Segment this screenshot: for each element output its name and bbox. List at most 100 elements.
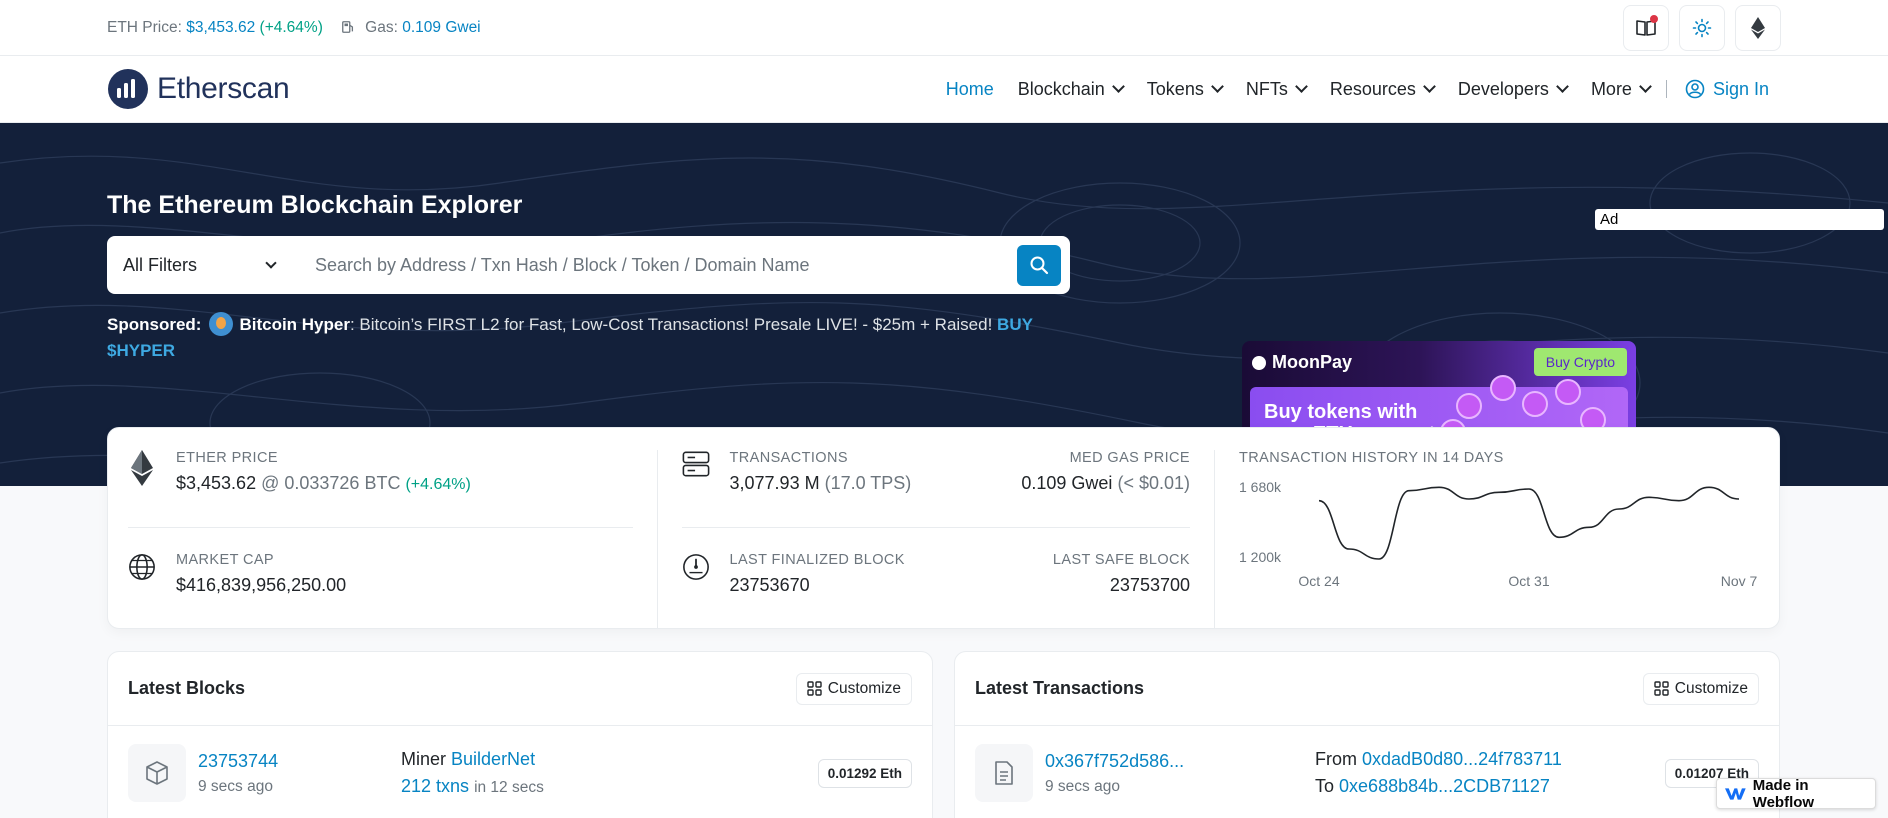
sponsored-message: Sponsored: Bitcoin Hyper: Bitcoin’s FIRST… — [107, 312, 1067, 364]
webflow-logo-icon — [1725, 787, 1746, 800]
network-switch-button[interactable] — [1735, 4, 1781, 51]
chevron-down-icon — [1111, 80, 1125, 93]
ether-price-btc: @ 0.033726 BTC — [261, 473, 401, 493]
chart-point-nov-4[interactable] — [1646, 494, 1652, 500]
chevron-down-icon — [1210, 80, 1224, 93]
ether-price-stat: ETHER PRICE $3,453.62 @ 0.033726 BTC (+4… — [128, 450, 633, 527]
x-tick-label: Oct 24 — [1298, 573, 1339, 589]
transactions-tps: (17.0 TPS) — [824, 473, 912, 493]
latest-blocks-title: Latest Blocks — [128, 678, 246, 698]
last-finalized-label: LAST FINALIZED BLOCK — [729, 552, 905, 568]
search-bar: All Filters — [107, 236, 1070, 294]
token-coin-icon — [1522, 391, 1548, 417]
block-row: 23753744 9 secs ago Miner BuilderNet 212… — [108, 726, 932, 802]
search-button[interactable] — [1017, 244, 1061, 286]
to-address-link[interactable]: 0xe688b84b...2CDB71127 — [1339, 776, 1550, 796]
chart-point-oct-31[interactable] — [1526, 486, 1532, 492]
transactions-value[interactable]: 3,077.93 M — [730, 473, 820, 493]
stats-column-chart: TRANSACTION HISTORY IN 14 DAYS 1 680k 1 2… — [1215, 450, 1759, 628]
chevron-down-icon — [265, 256, 277, 269]
sponsored-label: Sponsored: — [107, 315, 202, 334]
customize-button[interactable]: Customize — [1642, 672, 1759, 705]
to-label: To — [1315, 776, 1335, 796]
sponsored-text: : Bitcoin’s FIRST L2 for Fast, Low-Cost … — [349, 315, 998, 334]
chart-point-oct-25[interactable] — [1346, 546, 1352, 552]
grid-icon — [807, 681, 822, 696]
search-input[interactable] — [293, 254, 1017, 276]
speedometer-icon — [682, 552, 710, 590]
cube-icon — [128, 744, 186, 802]
ethereum-icon — [1751, 16, 1765, 39]
top-bar: ETH Price: $3,453.62 (+4.64%) Gas: 0.109… — [0, 0, 1888, 56]
ether-price-value[interactable]: $3,453.62 — [176, 473, 256, 493]
nav-developers[interactable]: Developers — [1446, 79, 1579, 100]
chart-point-nov-7[interactable] — [1736, 496, 1742, 502]
chevron-down-icon — [1294, 80, 1308, 93]
nav-home[interactable]: Home — [934, 79, 1006, 100]
chart-point-oct-26[interactable] — [1376, 556, 1382, 562]
search-filter-select[interactable]: All Filters — [123, 255, 293, 276]
made-in-webflow-badge[interactable]: Made in Webflow — [1716, 776, 1876, 811]
nav-more[interactable]: More — [1579, 79, 1662, 100]
nav-nfts[interactable]: NFTs — [1234, 79, 1318, 100]
transaction-hash-link[interactable]: 0x367f752d586... — [1045, 751, 1184, 771]
block-number-link[interactable]: 23753744 — [198, 751, 278, 771]
nav-developers-label: Developers — [1457, 78, 1549, 99]
chart-point-oct-28[interactable] — [1436, 484, 1442, 490]
ether-price-change: (+4.64%) — [405, 476, 471, 493]
blocks-stat: LAST FINALIZED BLOCK 23753670 LAST SAFE … — [681, 527, 1190, 596]
latest-blocks-panel: Latest Blocks Customize 23753744 9 secs … — [107, 651, 933, 818]
transactions-stat: TRANSACTIONS 3,077.93 M (17.0 TPS) MED G… — [682, 450, 1190, 527]
theme-toggle-button[interactable] — [1679, 4, 1725, 51]
transaction-history-chart[interactable]: 1 680k 1 200k Oct 24 Oct 31 Nov 7 — [1239, 470, 1759, 600]
nav-tokens[interactable]: Tokens — [1135, 79, 1234, 100]
grid-icon — [1654, 681, 1669, 696]
chart-point-oct-29[interactable] — [1466, 496, 1472, 502]
topbar-actions — [1623, 4, 1781, 51]
nav-tokens-label: Tokens — [1146, 78, 1204, 99]
bitcoin-hyper-logo-icon — [209, 312, 234, 336]
miner-label: Miner — [401, 748, 447, 769]
nav-resources[interactable]: Resources — [1318, 79, 1446, 100]
chart-point-nov-6[interactable] — [1706, 484, 1712, 490]
med-gas-label: MED GAS PRICE — [1069, 450, 1190, 466]
ad-buy-crypto-button[interactable]: Buy Crypto — [1533, 348, 1627, 376]
chart-point-oct-30[interactable] — [1496, 489, 1502, 495]
last-finalized-value[interactable]: 23753670 — [730, 575, 810, 595]
transaction-history-line — [1318, 486, 1740, 560]
chevron-down-icon — [1556, 80, 1569, 93]
chart-point-nov-5[interactable] — [1676, 498, 1682, 504]
block-reward-badge: 0.01292 Eth — [817, 758, 912, 788]
gas-price: Gas: 0.109 Gwei — [341, 19, 481, 37]
block-txn-time: in 12 secs — [474, 778, 544, 796]
chart-point-nov-1[interactable] — [1556, 534, 1562, 540]
med-gas-value[interactable]: 0.109 Gwei — [1021, 473, 1112, 493]
gas-value[interactable]: 0.109 Gwei — [402, 19, 480, 36]
etherscan-logo[interactable]: Etherscan — [107, 68, 290, 110]
block-txns-link[interactable]: 212 txns — [401, 776, 469, 796]
chevron-down-icon — [1639, 80, 1652, 93]
reading-list-button[interactable] — [1623, 4, 1669, 51]
customize-button[interactable]: Customize — [795, 672, 912, 705]
last-safe-value[interactable]: 23753700 — [1110, 575, 1190, 595]
sun-icon — [1692, 18, 1712, 37]
stats-column-price: ETHER PRICE $3,453.62 @ 0.033726 BTC (+4… — [128, 450, 658, 628]
sign-in-link[interactable]: Sign In — [1671, 79, 1781, 100]
transaction-time: 9 secs ago — [1045, 777, 1120, 795]
chart-point-oct-24[interactable] — [1316, 498, 1322, 504]
chart-point-oct-27[interactable] — [1406, 488, 1412, 494]
from-address-link[interactable]: 0xdadB0d80...24f783711 — [1362, 749, 1562, 769]
notification-dot — [1650, 14, 1658, 23]
y-tick-label: 1 680k — [1239, 479, 1282, 495]
hero-content: The Ethereum Blockchain Explorer All Fil… — [0, 123, 1888, 364]
nav-blockchain[interactable]: Blockchain — [1006, 79, 1135, 100]
transaction-row: 0x367f752d586... 9 secs ago From 0xdadB0… — [955, 726, 1779, 802]
chart-point-nov-3[interactable] — [1616, 506, 1622, 512]
miner-link[interactable]: BuilderNet — [451, 749, 535, 769]
brand-name: Etherscan — [157, 72, 290, 105]
webflow-badge-label: Made in Webflow — [1752, 776, 1815, 811]
latest-blocks-header: Latest Blocks Customize — [108, 652, 932, 726]
chart-point-nov-2[interactable] — [1586, 524, 1592, 530]
eth-price-value[interactable]: $3,453.62 — [186, 19, 255, 36]
hero-title: The Ethereum Blockchain Explorer — [107, 191, 523, 219]
